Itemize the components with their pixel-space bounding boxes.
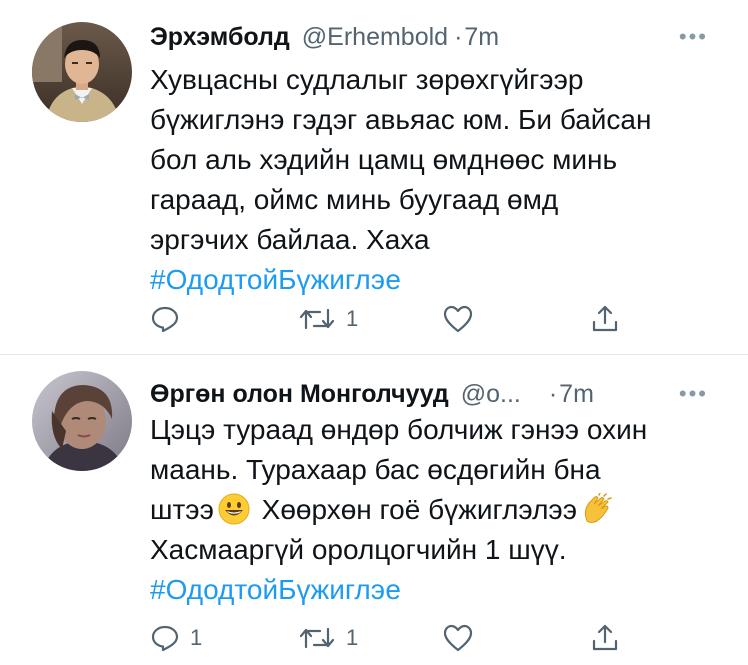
like-button[interactable] [442, 618, 484, 658]
retweet-count: 1 [346, 306, 359, 331]
tweet-line: Хасмааргүй оролцогчийн 1 шүү. [150, 534, 567, 565]
tweet-header: Өргөн олон Монголчууд @о... · 7m ••• [150, 377, 712, 411]
like-button[interactable] [442, 299, 484, 339]
tweet-text: Хувцасны судлалыг зөрөхгүйгээр бүжиглэнэ… [150, 60, 720, 300]
retweet-count: 1 [346, 625, 359, 650]
retweet-button[interactable]: 1 [298, 618, 358, 658]
tweet-line: бүжиглэнэ гэдэг авьяас юм. Би байсан [150, 104, 652, 135]
hashtag-link[interactable]: #ОдодтойБүжиглэе [150, 260, 720, 300]
like-icon [443, 624, 473, 652]
tweet-1[interactable]: Эрхэмболд @Erhembold · 7m ••• Хувцасны с… [0, 0, 748, 355]
retweet-button[interactable]: 1 [298, 299, 358, 339]
retweet-icon [299, 308, 335, 330]
tweet-line: маань. Турахаар бас өсдөгийн бна [150, 454, 601, 485]
tweet-actions: 1 [150, 299, 630, 339]
user-handle[interactable]: @о... [461, 380, 521, 409]
more-options-icon[interactable]: ••• [675, 381, 712, 407]
tweet-text-segment: штээ [150, 494, 214, 525]
tweet-line-with-emoji: штээ Хөөрхөн гоё бүжиглэлээ [150, 490, 720, 530]
grinning-face-emoji-icon [218, 493, 250, 525]
tweet-actions: 1 1 [150, 618, 630, 658]
separator-dot: · [454, 22, 463, 51]
avatar-woman-icon [32, 371, 132, 471]
hashtag-link[interactable]: #ОдодтойБүжиглэе [150, 570, 720, 610]
tweet-line: гараад, оймс минь буугаад өмд [150, 184, 559, 215]
avatar[interactable] [32, 22, 132, 122]
separator-dot: · [548, 379, 558, 408]
tweet-text-segment: Хөөрхөн гоё бүжиглэлээ [261, 494, 577, 525]
reply-icon [151, 625, 179, 652]
reply-icon [151, 306, 179, 333]
reply-button[interactable] [150, 299, 190, 339]
tweet-line: Хувцасны судлалыг зөрөхгүйгээр [150, 64, 584, 95]
timestamp[interactable]: 7m [559, 380, 594, 409]
more-options-icon[interactable]: ••• [675, 24, 712, 50]
clapping-hands-emoji-icon [584, 493, 612, 523]
reply-button[interactable]: 1 [150, 618, 202, 658]
tweet-line: бол аль хэдийн цамц өмднөөс минь [150, 144, 618, 175]
user-handle[interactable]: @Erhembold [302, 23, 448, 52]
avatar[interactable] [32, 371, 132, 471]
avatar-man-icon [32, 22, 132, 122]
tweet-2[interactable]: Өргөн олон Монголчууд @о... · 7m ••• Цэц… [0, 355, 748, 665]
display-name[interactable]: Өргөн олон Монголчууд [150, 380, 449, 409]
share-button[interactable] [590, 299, 620, 339]
share-icon [592, 305, 618, 332]
tweet-text: Цэцэ тураад өндөр болчиж гэнээ охин маан… [150, 410, 720, 610]
timestamp[interactable]: 7m [464, 23, 499, 52]
tweet-header: Эрхэмболд @Erhembold · 7m ••• [150, 20, 712, 54]
share-icon [592, 624, 618, 651]
tweet-line: эргэчих байлаа. Хаха [150, 224, 430, 255]
retweet-icon [299, 627, 335, 649]
share-button[interactable] [590, 618, 620, 658]
reply-count: 1 [190, 625, 203, 650]
like-icon [443, 305, 473, 333]
tweet-line: Цэцэ тураад өндөр болчиж гэнээ охин [150, 414, 648, 445]
display-name[interactable]: Эрхэмболд [150, 23, 290, 52]
